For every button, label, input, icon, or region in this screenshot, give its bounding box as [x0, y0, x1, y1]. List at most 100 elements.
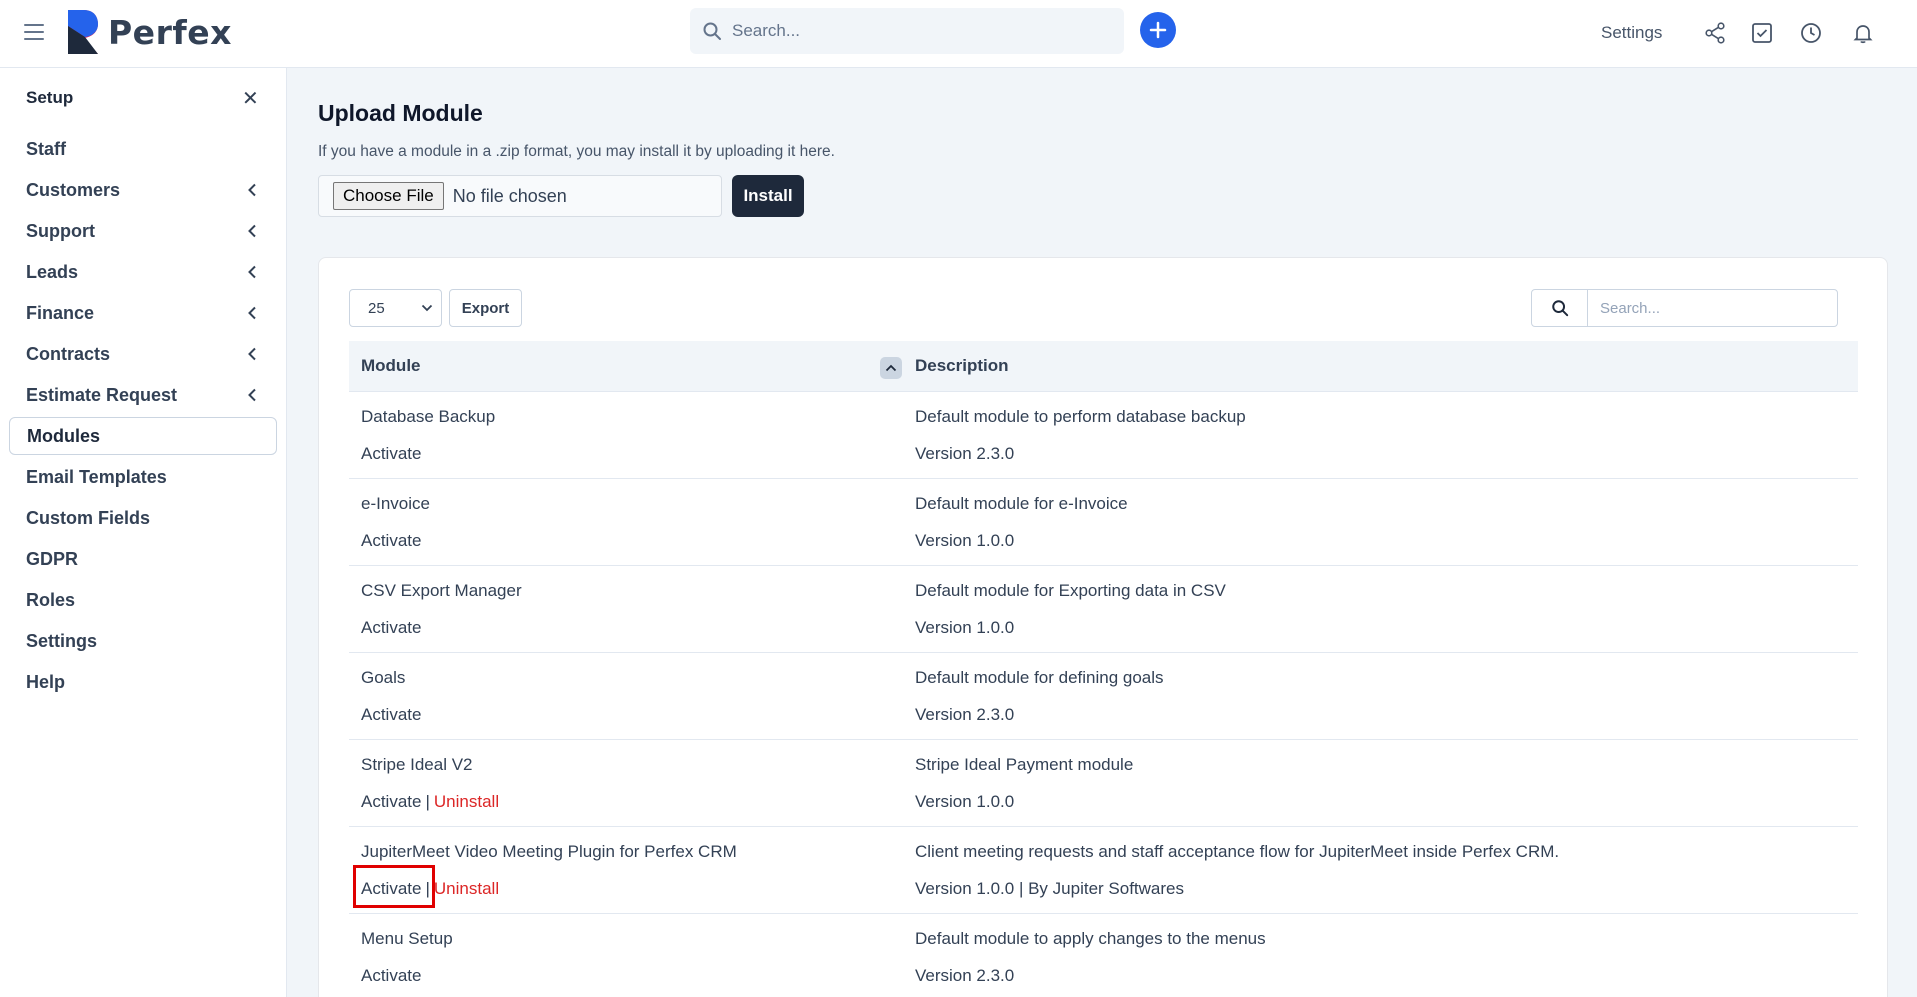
setup-sidebar: Setup ✕ Staff Customers Support Leads Fi…: [0, 68, 287, 997]
table-search-input[interactable]: [1588, 290, 1828, 326]
plus-icon: [1149, 21, 1167, 39]
action-separator: |: [425, 879, 430, 898]
upload-subtitle: If you have a module in a .zip format, y…: [318, 143, 835, 160]
sidebar-item-label: Finance: [26, 302, 95, 323]
module-description: Default module to apply changes to the m…: [915, 929, 1266, 948]
uninstall-link[interactable]: Uninstall: [434, 792, 499, 811]
module-actions: Activate | Uninstall: [361, 792, 499, 812]
global-search[interactable]: [690, 8, 1124, 54]
clock-icon[interactable]: [1799, 21, 1823, 45]
table-header: Module Description: [349, 341, 1858, 392]
choose-file-button[interactable]: Choose File: [333, 182, 444, 210]
module-name: CSV Export Manager: [361, 581, 522, 600]
search-icon: [1551, 300, 1568, 317]
module-name: Stripe Ideal V2: [361, 755, 473, 774]
module-actions: Activate: [361, 966, 421, 986]
activate-link[interactable]: Activate: [361, 618, 421, 637]
sidebar-item-email-templates[interactable]: Email Templates: [9, 458, 277, 496]
sidebar-item-label: Roles: [26, 589, 76, 610]
sidebar-item-label: Contracts: [26, 343, 111, 364]
page-length-select[interactable]: 25: [349, 289, 442, 327]
chevron-left-icon: [248, 388, 256, 402]
module-description: Stripe Ideal Payment module: [915, 755, 1134, 774]
module-version: Version 1.0.0: [915, 618, 1015, 637]
module-name: Database Backup: [361, 407, 496, 426]
activate-link[interactable]: Activate: [361, 705, 421, 724]
module-version: Version 1.0.0: [915, 792, 1015, 811]
sidebar-item-label: Settings: [26, 630, 98, 651]
sidebar-item-support[interactable]: Support: [9, 212, 277, 250]
close-icon[interactable]: ✕: [242, 86, 259, 111]
table-search[interactable]: [1531, 289, 1838, 327]
sidebar-item-label: Staff: [26, 138, 66, 159]
module-description: Default module for Exporting data in CSV: [915, 581, 1226, 600]
activate-link[interactable]: Activate: [361, 792, 421, 811]
chevron-left-icon: [248, 224, 256, 238]
sidebar-item-label: Customers: [26, 179, 121, 200]
file-input[interactable]: Choose File No file chosen: [318, 175, 722, 217]
export-button[interactable]: Export: [449, 289, 522, 327]
module-description: Default module for e-Invoice: [915, 494, 1128, 513]
sidebar-item-label: Custom Fields: [26, 507, 151, 528]
activate-link[interactable]: Activate: [361, 966, 421, 985]
module-version: Version 1.0.0 | By Jupiter Softwares: [915, 879, 1184, 898]
activate-link[interactable]: Activate: [361, 531, 421, 550]
logo[interactable]: Perfex: [68, 10, 232, 54]
table-row: Menu Setup Activate Default module to ap…: [349, 914, 1858, 997]
activate-link[interactable]: Activate: [361, 879, 421, 898]
column-header-description[interactable]: Description: [915, 356, 1009, 376]
sidebar-item-label: GDPR: [26, 548, 79, 569]
module-actions: Activate: [361, 444, 421, 464]
checkbox-icon[interactable]: [1750, 21, 1774, 45]
table-row: Goals Activate Default module for defini…: [349, 653, 1858, 740]
chevron-left-icon: [248, 347, 256, 361]
module-version: Version 2.3.0: [915, 705, 1015, 724]
table-row: Database Backup Activate Default module …: [349, 392, 1858, 479]
sidebar-item-gdpr[interactable]: GDPR: [9, 540, 277, 578]
sidebar-item-customers[interactable]: Customers: [9, 171, 277, 209]
sidebar-title: Setup: [26, 88, 74, 107]
install-button[interactable]: Install: [732, 175, 804, 217]
sidebar-item-leads[interactable]: Leads: [9, 253, 277, 291]
logo-text: Perfex: [108, 12, 232, 52]
sidebar-item-label: Help: [26, 671, 66, 692]
chevron-down-icon: [421, 304, 433, 312]
bell-icon[interactable]: [1851, 21, 1875, 45]
sidebar-item-roles[interactable]: Roles: [9, 581, 277, 619]
module-actions: Activate | Uninstall: [361, 879, 499, 899]
module-name: e-Invoice: [361, 494, 430, 513]
search-icon: [703, 22, 721, 40]
sidebar-item-staff[interactable]: Staff: [9, 130, 277, 168]
sidebar-item-modules[interactable]: Modules: [9, 417, 277, 455]
sidebar-item-estimate-request[interactable]: Estimate Request: [9, 376, 277, 414]
global-search-input[interactable]: [732, 21, 1112, 41]
activate-link[interactable]: Activate: [361, 444, 421, 463]
modules-card: 25 Export Module Description Database Ba…: [318, 257, 1888, 997]
sidebar-item-contracts[interactable]: Contracts: [9, 335, 277, 373]
uninstall-link[interactable]: Uninstall: [434, 879, 499, 898]
sidebar-item-finance[interactable]: Finance: [9, 294, 277, 332]
table-row: CSV Export Manager Activate Default modu…: [349, 566, 1858, 653]
chevron-left-icon: [248, 306, 256, 320]
module-version: Version 1.0.0: [915, 531, 1015, 550]
sort-button[interactable]: [880, 357, 902, 379]
logo-mark-icon: [68, 10, 98, 54]
share-icon[interactable]: [1703, 21, 1727, 45]
table-search-button[interactable]: [1532, 290, 1588, 326]
chevron-left-icon: [248, 265, 256, 279]
column-header-module[interactable]: Module: [361, 356, 421, 376]
settings-link[interactable]: Settings: [1601, 23, 1662, 43]
sidebar-item-custom-fields[interactable]: Custom Fields: [9, 499, 277, 537]
file-status: No file chosen: [452, 185, 567, 206]
module-name: JupiterMeet Video Meeting Plugin for Per…: [361, 842, 737, 861]
module-actions: Activate: [361, 705, 421, 725]
table-row: e-Invoice Activate Default module for e-…: [349, 479, 1858, 566]
quick-create-button[interactable]: [1140, 12, 1176, 48]
sidebar-item-settings[interactable]: Settings: [9, 622, 277, 660]
sidebar-item-help[interactable]: Help: [9, 663, 277, 701]
sidebar-item-label: Estimate Request: [26, 384, 178, 405]
menu-icon[interactable]: [24, 24, 44, 40]
action-separator: |: [425, 792, 430, 811]
module-version: Version 2.3.0: [915, 966, 1015, 985]
module-actions: Activate: [361, 618, 421, 638]
